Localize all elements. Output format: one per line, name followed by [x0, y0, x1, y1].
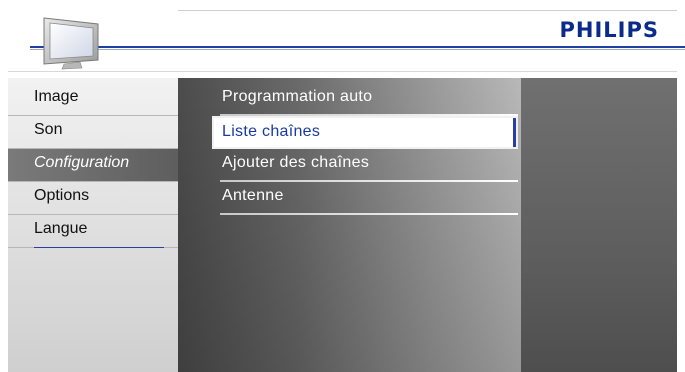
menu-item-label: Son: [34, 121, 63, 138]
menu-item-label: Image: [34, 88, 79, 105]
main-menu: Image Son Configuration Options Langue: [8, 83, 178, 248]
header-accent-rule: [30, 46, 685, 48]
submenu-item-ajouter-des-chaines[interactable]: Ajouter des chaînes: [212, 149, 518, 182]
tv-icon: [43, 17, 99, 70]
menu-item-langue[interactable]: Langue: [8, 215, 178, 248]
submenu-item-label: Antenne: [222, 187, 284, 204]
submenu-item-divider: [220, 213, 518, 215]
submenu-item-programmation-auto[interactable]: Programmation auto: [212, 83, 518, 116]
header-accent-rule-shadow: [30, 49, 685, 50]
menu-item-label: Options: [34, 187, 90, 204]
header-bottom-rule: [8, 71, 677, 72]
menu-item-image[interactable]: Image: [8, 83, 178, 116]
submenu: Programmation auto Liste chaînes Ajouter…: [212, 83, 518, 215]
header-top-rule: [178, 10, 677, 11]
menu-item-son[interactable]: Son: [8, 116, 178, 149]
menu-item-label: Langue: [34, 220, 88, 237]
menu-item-label: Configuration: [34, 154, 130, 171]
submenu-item-label: Liste chaînes: [222, 123, 321, 140]
menu-item-configuration[interactable]: Configuration: [8, 149, 178, 182]
menu-item-underline: [34, 247, 164, 248]
preview-panel: [521, 78, 677, 372]
submenu-item-antenne[interactable]: Antenne: [212, 182, 518, 215]
header-bar: PHILIPS: [0, 0, 685, 78]
submenu-item-label: Programmation auto: [222, 88, 373, 105]
submenu-item-label: Ajouter des chaînes: [222, 154, 370, 171]
brand-logo: PHILIPS: [559, 18, 659, 42]
menu-item-options[interactable]: Options: [8, 182, 178, 215]
submenu-item-liste-chaines[interactable]: Liste chaînes: [212, 116, 518, 149]
